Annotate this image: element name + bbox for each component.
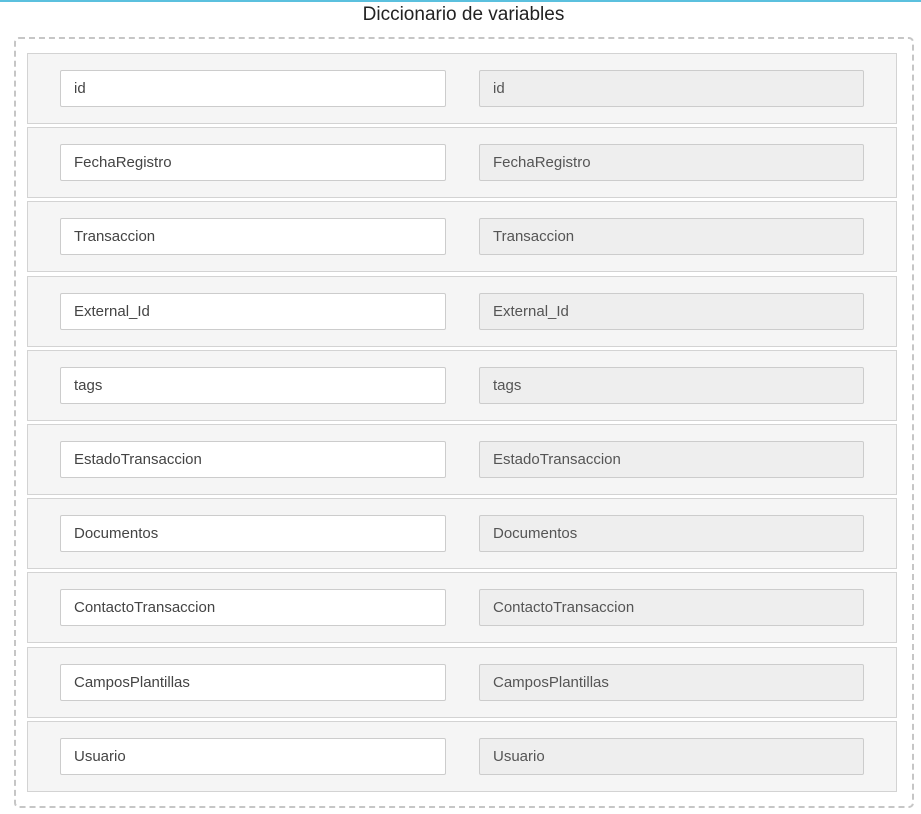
- page-title: Diccionario de variables: [362, 4, 565, 25]
- variable-row-documentos: [27, 498, 897, 570]
- variable-mapped-field: [479, 737, 864, 775]
- variable-row-contactotransaccion: [27, 572, 897, 644]
- variable-row-external-id: [27, 275, 897, 347]
- variable-name-input[interactable]: [60, 589, 446, 627]
- variable-mapped-field: [479, 440, 864, 478]
- top-accent-line: [0, 0, 921, 2]
- variable-name-input[interactable]: [60, 70, 446, 107]
- variable-name-input[interactable]: [60, 144, 446, 182]
- variable-row-usuario: [27, 720, 897, 792]
- variable-mapped-field: [479, 70, 864, 107]
- variable-row-camposplantillas: [27, 646, 897, 718]
- variable-row-fecharegistro: [27, 127, 897, 199]
- variable-mapped-field: [479, 663, 864, 701]
- variable-name-input[interactable]: [60, 292, 446, 330]
- variable-mapped-field: [479, 515, 864, 553]
- variable-row-tags: [27, 349, 897, 421]
- variable-name-input[interactable]: [60, 218, 446, 256]
- variable-mapped-field: [479, 589, 864, 627]
- variable-row-transaccion: [27, 201, 897, 273]
- variable-name-input[interactable]: [60, 663, 446, 701]
- variable-name-input[interactable]: [60, 515, 446, 553]
- variable-mapped-field: [479, 218, 864, 256]
- variable-name-input[interactable]: [60, 366, 446, 404]
- variable-row-id: [27, 53, 897, 124]
- variable-row-estadotransaccion: [27, 423, 897, 495]
- variable-name-input[interactable]: [60, 737, 446, 775]
- variable-mapped-field: [479, 366, 864, 404]
- variables-list: [27, 53, 897, 795]
- variable-mapped-field: [479, 144, 864, 182]
- variable-name-input[interactable]: [60, 440, 446, 478]
- variable-mapped-field: [479, 292, 864, 330]
